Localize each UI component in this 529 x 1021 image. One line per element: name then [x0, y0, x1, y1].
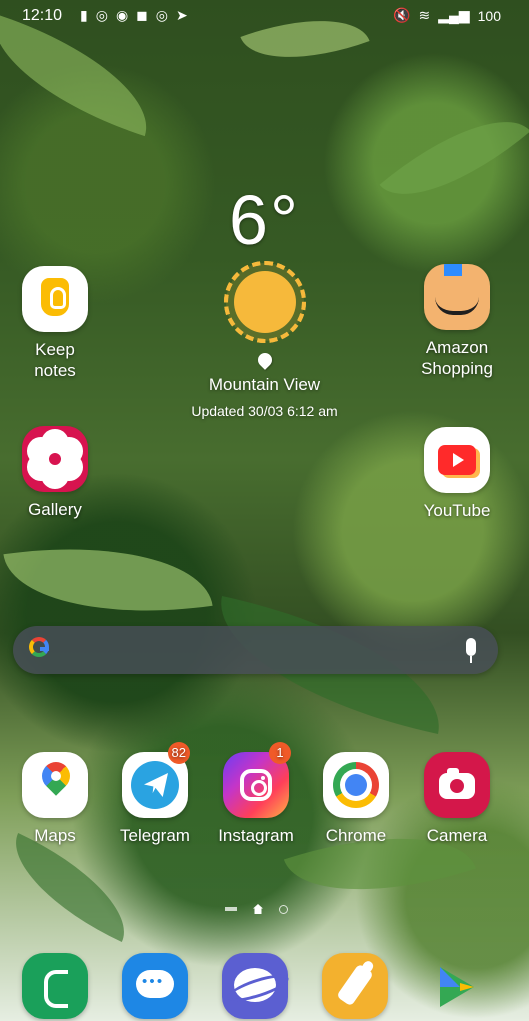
app-label: Telegram: [120, 826, 190, 845]
sun-icon: [223, 261, 306, 343]
app-label: Chrome: [325, 826, 387, 845]
instagram-icon: ◎: [95, 7, 108, 23]
gallery-icon: [22, 426, 88, 492]
telegram-icon: 82: [122, 742, 190, 818]
system-status-icons: 🔇 ≋ ▂▄▆ 100: [393, 7, 501, 24]
status-time: 12:10: [22, 7, 63, 24]
wallpaper-leaf: [0, 13, 167, 137]
chrome-icon: [323, 752, 389, 818]
app-youtube[interactable]: YouTube: [409, 427, 505, 522]
phone-icon[interactable]: [22, 953, 88, 1019]
signal-icon: ▂▄▆: [438, 7, 470, 23]
amazon-shopping-icon: [424, 264, 490, 330]
baby-bottle-icon[interactable]: [322, 953, 388, 1019]
home-icon: [253, 904, 263, 914]
page-dot: [279, 904, 288, 914]
mute-icon: 🔇: [393, 7, 411, 23]
account-icon: ◉: [115, 7, 129, 23]
maps-icon: [22, 752, 88, 818]
app-camera[interactable]: Camera: [409, 752, 505, 847]
camera-icon: [424, 752, 490, 818]
app-label: YouTube: [423, 501, 491, 520]
wallpaper-leaf: [0, 832, 146, 943]
telegram-icon: ➤: [176, 7, 188, 23]
notification-badge: 82: [167, 742, 190, 764]
app-label: Gallery: [28, 500, 82, 519]
microphone-icon[interactable]: [466, 638, 476, 663]
app-label: Instagram: [218, 826, 294, 845]
wifi-icon: ≋: [418, 7, 431, 23]
app-amazon-shopping[interactable]: Amazon Shopping: [409, 264, 505, 380]
app-chrome[interactable]: Chrome: [308, 752, 404, 847]
status-bar: 12:10 ▮ ◎ ◉ ◼ ◎ ➤ 🔇 ≋ ▂▄▆ 100: [0, 0, 529, 32]
app-label: Amazon Shopping: [421, 338, 493, 378]
notification-icons: ▮ ◎ ◉ ◼ ◎ ➤: [80, 7, 188, 24]
google-search-bar[interactable]: [13, 626, 498, 674]
messages-icon[interactable]: [122, 953, 188, 1019]
app-instagram[interactable]: 1 Instagram: [208, 742, 304, 847]
app-label: Keep notes: [34, 340, 76, 380]
app-label: Maps: [34, 826, 76, 845]
play-store-icon[interactable]: [422, 953, 488, 1019]
app-gallery[interactable]: Gallery: [7, 426, 103, 521]
app-keep-notes[interactable]: Keep notes: [7, 266, 103, 382]
app-label: Camera: [426, 826, 488, 845]
internet-icon[interactable]: [222, 953, 288, 1019]
weather-updated: Updated 30/03 6:12 am: [191, 403, 338, 419]
wallpaper-leaf: [3, 526, 213, 634]
instagram-icon: 1: [223, 742, 291, 818]
app-telegram[interactable]: 82 Telegram: [107, 742, 203, 847]
battery-text: 100: [477, 7, 501, 24]
instagram-icon: ◎: [155, 7, 168, 23]
keep-notes-icon: [22, 266, 88, 332]
sim-icon: ▮: [80, 7, 88, 23]
temperature: 6°: [229, 181, 300, 259]
location-pin-icon: [254, 350, 275, 370]
page-indicator-line: [225, 907, 237, 911]
meet-icon: ◼: [136, 7, 148, 23]
page-indicator[interactable]: [225, 904, 288, 914]
google-icon: [29, 637, 49, 657]
app-maps[interactable]: Maps: [7, 752, 103, 847]
notification-badge: 1: [269, 742, 291, 764]
youtube-icon: [424, 427, 490, 493]
